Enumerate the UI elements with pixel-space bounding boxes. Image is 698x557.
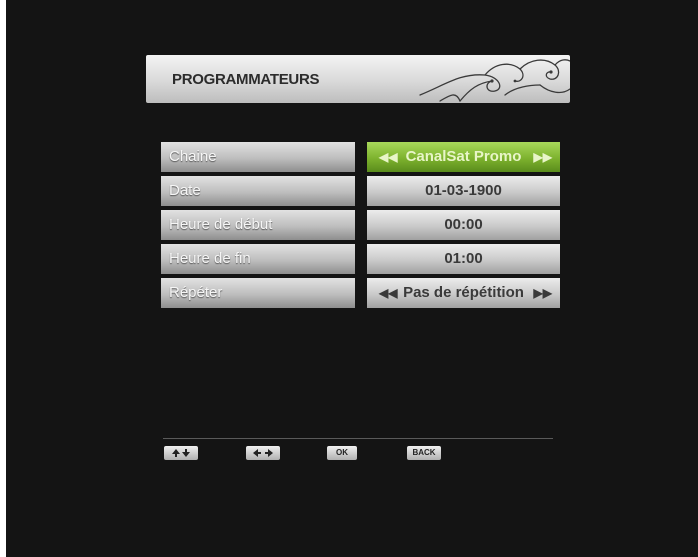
end-time-field[interactable]: 01:00 [367,244,560,274]
channel-selector[interactable]: ◀◀ CanalSat Promo ▶▶ [367,142,560,172]
row-label-start-time[interactable]: Heure de début [161,210,355,240]
row-label-repeat[interactable]: Répéter [161,278,355,308]
arrow-left-icon[interactable]: ◀◀ [379,142,397,172]
channel-value: CanalSat Promo [405,148,522,165]
tv-screen: PROGRAMMATEURS Chaine ◀◀ CanalSat Promo [6,0,698,557]
left-right-arrows-icon [246,446,280,460]
row-label-end-time[interactable]: Heure de fin [161,244,355,274]
date-value: 01-03-1900 [425,182,502,199]
repeat-value: Pas de répétition [403,284,524,301]
repeat-selector[interactable]: ◀◀ Pas de répétition ▶▶ [367,278,560,308]
start-time-field[interactable]: 00:00 [367,210,560,240]
menu-header: PROGRAMMATEURS [146,55,570,103]
row-label-date[interactable]: Date [161,176,355,206]
ok-key: OK [327,446,357,460]
footer-divider [163,438,553,439]
swirl-ornament-icon [419,59,570,102]
arrow-right-icon[interactable]: ▶▶ [534,142,552,172]
up-down-arrows-icon [164,446,198,460]
page-title: PROGRAMMATEURS [172,71,320,88]
end-time-value: 01:00 [444,250,483,267]
arrow-left-icon[interactable]: ◀◀ [379,278,397,308]
back-key: BACK [407,446,441,460]
date-field[interactable]: 01-03-1900 [367,176,560,206]
start-time-value: 00:00 [444,216,483,233]
row-label-chaine[interactable]: Chaine [161,142,355,172]
arrow-right-icon[interactable]: ▶▶ [534,278,552,308]
